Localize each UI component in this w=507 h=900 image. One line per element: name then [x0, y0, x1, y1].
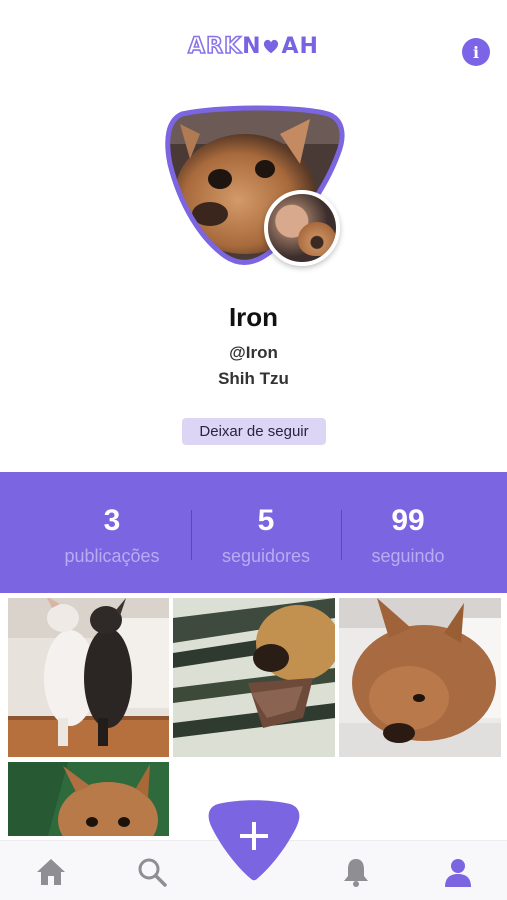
logo-text-ark: ARK: [187, 33, 243, 60]
stat-following-value: 99: [391, 504, 425, 537]
profile-handle: @Iron: [229, 343, 278, 362]
stat-posts[interactable]: 3 publicações: [36, 472, 188, 593]
stat-following[interactable]: 99 seguindo: [346, 472, 470, 593]
add-post-button[interactable]: [208, 800, 300, 882]
bulldog-lying-photo: [339, 598, 501, 757]
profile-icon[interactable]: [442, 856, 474, 888]
search-icon[interactable]: [136, 856, 168, 888]
stat-posts-value: 3: [103, 504, 121, 537]
logo-heart-icon: [264, 39, 279, 54]
stat-divider: [341, 510, 342, 560]
post-thumbnail[interactable]: [8, 598, 169, 757]
bell-icon[interactable]: [340, 856, 372, 888]
post-thumbnail[interactable]: [8, 762, 169, 836]
profile-name: Iron: [228, 302, 279, 332]
home-icon[interactable]: [35, 856, 67, 888]
profile-breed: Shih Tzu: [218, 369, 289, 388]
post-thumbnail[interactable]: [339, 598, 501, 757]
stat-divider: [191, 510, 192, 560]
app-logo: ARKN AH: [187, 33, 319, 60]
stat-following-label: seguindo: [371, 546, 445, 566]
unfollow-button[interactable]: Deixar de seguir: [182, 418, 326, 445]
logo-text-ah: AH: [281, 34, 319, 59]
stat-followers-label: seguidores: [221, 546, 311, 566]
bulldog-chewing-photo: [173, 598, 335, 757]
info-button[interactable]: i: [462, 38, 490, 66]
owner-avatar-photo: [264, 190, 340, 266]
bulldog-on-blanket-photo: [8, 762, 169, 836]
stat-posts-label: publicações: [64, 546, 160, 566]
stat-followers-value: 5: [257, 504, 275, 537]
two-french-bulldogs-photo: [8, 598, 169, 757]
stat-followers[interactable]: 5 seguidores: [196, 472, 336, 593]
stats-bar: 3 publicações 5 seguidores 99 seguindo: [0, 472, 507, 593]
post-thumbnail[interactable]: [173, 598, 335, 757]
profile-avatar[interactable]: [160, 104, 350, 274]
